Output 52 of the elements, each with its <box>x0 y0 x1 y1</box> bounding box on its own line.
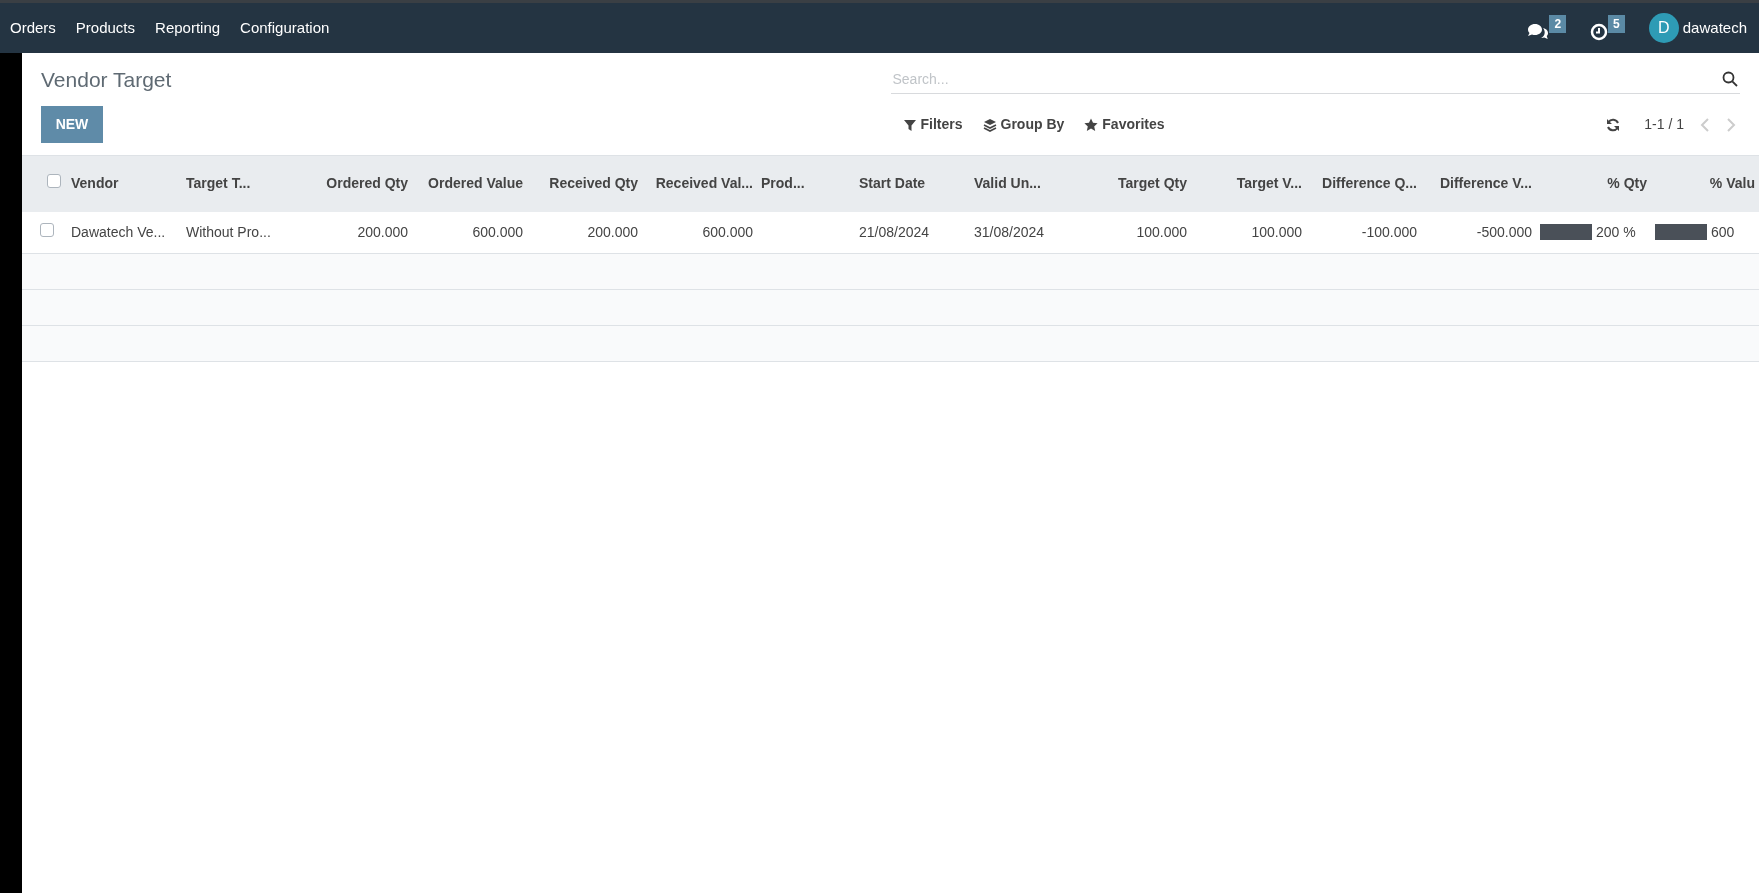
column-header[interactable]: Difference Q... <box>1322 175 1417 192</box>
column-header[interactable]: Vendor <box>71 175 119 192</box>
search-field[interactable]: Search... <box>892 65 1722 93</box>
menu-item[interactable]: Orders <box>1 8 65 48</box>
checkbox[interactable] <box>40 222 54 237</box>
search-option[interactable]: Filters <box>902 114 963 135</box>
table-cell: 200.000 <box>587 223 638 240</box>
refresh-icon[interactable] <box>1606 117 1621 132</box>
table-cell: 100.000 <box>1136 223 1187 240</box>
user-name[interactable]: dawatech <box>1682 16 1747 40</box>
table-cell: 21/08/2024 <box>859 223 930 240</box>
filter-icon <box>902 117 917 132</box>
column-header[interactable]: Target V... <box>1236 175 1302 192</box>
table-cell: -100.000 <box>1361 223 1417 240</box>
table-cell: Without Pro... <box>186 223 271 240</box>
column-header[interactable]: Target Qty <box>1118 175 1187 192</box>
table-cell: 600.000 <box>702 223 753 240</box>
column-header[interactable]: Prod... <box>761 175 805 192</box>
notification-badge: 2 <box>1549 15 1567 33</box>
search-option[interactable]: Favorites <box>1084 114 1165 135</box>
table-cell: 600.000 <box>472 223 523 240</box>
column-header[interactable]: % Valu <box>1709 175 1755 192</box>
column-header[interactable]: Ordered Qty <box>326 175 408 192</box>
new-button[interactable]: NEW <box>41 106 103 143</box>
table-cell: 100.000 <box>1251 223 1302 240</box>
pager-value: 1-1 / 1 <box>1644 115 1684 134</box>
column-header[interactable]: Valid Un... <box>974 175 1041 192</box>
page-title: Vendor Target <box>41 67 173 93</box>
table-cell: 200.000 <box>357 223 408 240</box>
column-header[interactable]: Received Val... <box>655 175 753 192</box>
checkbox[interactable] <box>46 174 61 189</box>
table-cell: -500.000 <box>1476 223 1532 240</box>
column-header[interactable]: Ordered Value <box>428 175 523 192</box>
column-header[interactable]: Received Qty <box>549 175 638 192</box>
progress-value: 600 <box>1711 222 1735 242</box>
clock-icon[interactable] <box>1590 23 1609 41</box>
menu-item[interactable]: Reporting <box>146 8 230 48</box>
menu-item[interactable]: Configuration <box>231 8 339 48</box>
layers-icon <box>982 117 997 132</box>
column-header[interactable]: Start Date <box>859 175 926 192</box>
column-header[interactable]: % Qty <box>1607 175 1647 192</box>
column-header[interactable]: Difference V... <box>1439 175 1532 192</box>
notification-badge: 5 <box>1608 15 1625 33</box>
progress-value: 200 % <box>1596 222 1636 242</box>
table-cell: 31/08/2024 <box>974 223 1045 240</box>
menu-item[interactable]: Products <box>66 8 145 48</box>
column-header[interactable]: Target T... <box>186 175 251 192</box>
search-option[interactable]: Group By <box>982 114 1065 135</box>
table-cell: Dawatech Ve... <box>71 223 166 240</box>
star-icon <box>1084 117 1099 132</box>
chat-icon[interactable] <box>1527 23 1550 41</box>
search-icon[interactable] <box>1722 71 1738 87</box>
